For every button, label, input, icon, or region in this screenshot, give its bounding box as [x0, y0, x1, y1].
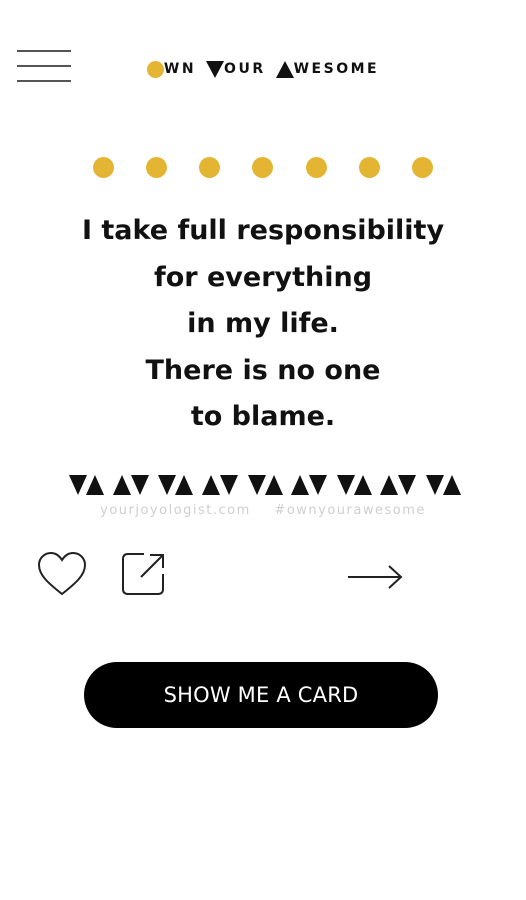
- dot-icon: [305, 157, 327, 178]
- logo-word-your: OUR: [206, 60, 266, 78]
- decorative-dots: [93, 157, 433, 179]
- card-watermark: yourjoyologist.com #ownyourawesome: [0, 503, 526, 518]
- dot-icon: [358, 157, 380, 178]
- dot-icon: [252, 157, 274, 178]
- heart-icon[interactable]: [36, 550, 88, 598]
- triangle-pair-icon: [69, 475, 104, 497]
- logo-triangle-a-icon: [275, 60, 294, 78]
- decorative-triangles: [69, 475, 461, 497]
- triangle-pair-icon: [426, 475, 461, 497]
- triangle-pair-icon: [112, 475, 149, 497]
- menu-bar: [17, 50, 71, 52]
- logo-circle-o-icon: [146, 60, 164, 78]
- affirmation-line: for everything: [153, 261, 373, 293]
- show-me-a-card-button[interactable]: SHOW ME A CARD: [84, 662, 438, 728]
- logo-word-own: WN: [146, 60, 196, 78]
- triangle-pair-icon: [380, 475, 417, 497]
- brand-logo: WN OUR WESOME: [0, 56, 526, 82]
- dot-icon: [146, 157, 168, 178]
- watermark-hashtag: #ownyourawesome: [274, 503, 426, 518]
- watermark-site: yourjoyologist.com: [100, 503, 251, 518]
- affirmation-line: in my life.: [187, 308, 339, 339]
- logo-word-awesome: WESOME: [275, 60, 380, 78]
- triangle-pair-icon: [291, 475, 328, 497]
- triangle-pair-icon: [247, 475, 283, 497]
- share-external-icon[interactable]: [120, 550, 168, 598]
- triangle-pair-icon: [158, 475, 194, 497]
- affirmation-line: I take full responsibility: [81, 215, 445, 246]
- logo-triangle-y-icon: [206, 60, 225, 78]
- affirmation-text: I take full responsibility for everythin…: [0, 208, 526, 441]
- arrow-right-icon[interactable]: [346, 560, 404, 594]
- dot-icon: [411, 157, 433, 178]
- dot-icon: [199, 157, 221, 178]
- affirmation-line: to blame.: [190, 401, 336, 432]
- triangle-pair-icon: [201, 475, 238, 497]
- affirmation-line: There is no one: [145, 354, 381, 386]
- dot-icon: [93, 157, 114, 178]
- triangle-pair-icon: [336, 475, 372, 497]
